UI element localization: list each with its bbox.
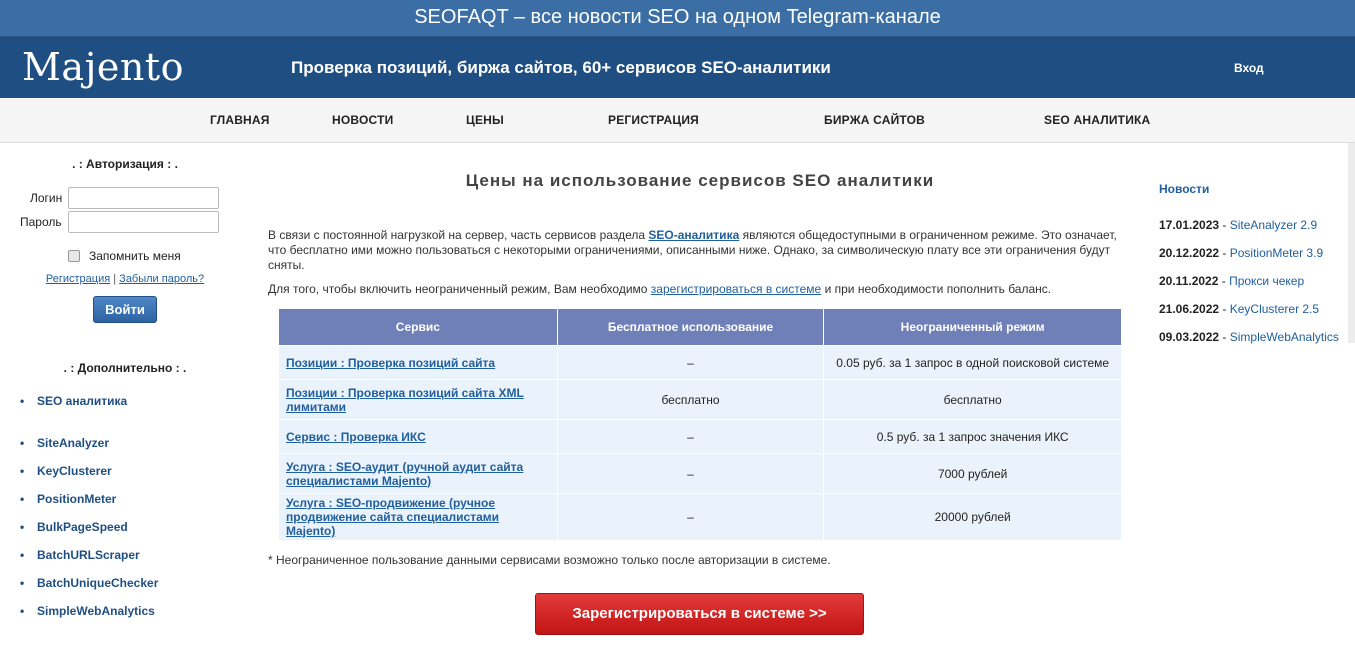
site-logo[interactable]: Majento	[22, 45, 184, 89]
free-cell: бесплатно	[556, 379, 825, 420]
unlimited-cell: 20000 рублей	[823, 493, 1122, 541]
auth-title: . : Авторизация : .	[72, 157, 178, 171]
auth-links-separator: |	[113, 273, 117, 285]
column-header-free: Бесплатное использование	[556, 308, 825, 346]
register-link[interactable]: Регистрация	[46, 273, 110, 285]
free-cell: –	[556, 345, 825, 380]
main-nav: ГЛАВНАЯ НОВОСТИ ЦЕНЫ РЕГИСТРАЦИЯ БИРЖА С…	[0, 98, 1355, 143]
service-cell: Позиции : Проверка позиций сайта XML лим…	[278, 379, 558, 420]
header-login-link[interactable]: Вход	[1234, 61, 1264, 75]
page-title: Цены на использование сервисов SEO анали…	[465, 171, 935, 190]
password-input[interactable]	[68, 211, 219, 233]
news-item: 17.01.2023 - SiteAnalyzer 2.9	[1159, 218, 1318, 232]
nav-seo-analytics[interactable]: SEO АНАЛИТИКА	[1044, 113, 1150, 127]
nav-prices[interactable]: ЦЕНЫ	[466, 113, 504, 127]
page-scrollbar[interactable]	[1348, 143, 1355, 343]
service-cell: Услуга : SEO-продвижение (ручное продвиж…	[278, 493, 558, 541]
table-row: Услуга : SEO-продвижение (ручное продвиж…	[278, 493, 1122, 541]
forgot-password-link[interactable]: Забыли пароль?	[119, 273, 204, 285]
service-link[interactable]: Услуга : SEO-аудит (ручной аудит сайта с…	[286, 460, 523, 488]
news-link[interactable]: SimpleWebAnalytics	[1230, 330, 1339, 344]
telegram-banner[interactable]: SEOFAQT – все новости SEO на одном Teleg…	[0, 0, 1355, 37]
main-content: Цены на использование сервисов SEO анали…	[250, 143, 1150, 655]
pricing-table: Сервис Бесплатное использование Неограни…	[278, 308, 1122, 541]
column-header-unlimited: Неограниченный режим	[823, 308, 1122, 346]
register-inline-link[interactable]: зарегистрироваться в системе	[651, 282, 821, 296]
unlimited-cell: 0.5 руб. за 1 запрос значения ИКС	[823, 419, 1122, 454]
login-button[interactable]: Войти	[93, 296, 157, 323]
login-label: Логин	[30, 191, 63, 205]
remember-label: Запомнить меня	[89, 249, 181, 263]
auth-links: Регистрация | Забыли пароль?	[0, 273, 250, 285]
table-header-row: Сервис Бесплатное использование Неограни…	[278, 308, 1122, 346]
service-link[interactable]: Позиции : Проверка позиций сайта XML лим…	[286, 386, 524, 414]
login-input[interactable]	[68, 187, 219, 209]
bullet-icon: •	[20, 604, 25, 618]
news-item: 20.12.2022 - PositionMeter 3.9	[1159, 246, 1324, 260]
bullet-icon: •	[20, 548, 25, 562]
news-link[interactable]: Прокси чекер	[1229, 274, 1304, 288]
table-row: Сервис : Проверка ИКС – 0.5 руб. за 1 за…	[278, 419, 1122, 454]
news-item: 21.06.2022 - KeyClusterer 2.5	[1159, 302, 1320, 316]
news-title[interactable]: Новости	[1159, 182, 1209, 196]
service-cell: Позиции : Проверка позиций сайта	[278, 345, 558, 380]
unlimited-cell: 7000 рублей	[823, 453, 1122, 494]
remember-checkbox[interactable]	[68, 250, 80, 262]
register-button[interactable]: Зарегистрироваться в системе >>	[535, 593, 864, 635]
service-link[interactable]: Позиции : Проверка позиций сайта	[286, 356, 495, 370]
intro-paragraph: В связи с постоянной нагрузкой на сервер…	[268, 228, 1117, 272]
bullet-icon: •	[20, 520, 25, 534]
news-link[interactable]: SiteAnalyzer 2.9	[1230, 218, 1317, 232]
column-header-service: Сервис	[278, 308, 558, 346]
service-cell: Услуга : SEO-аудит (ручной аудит сайта с…	[278, 453, 558, 494]
nav-site-exchange[interactable]: БИРЖА САЙТОВ	[824, 113, 925, 127]
password-label: Пароль	[20, 215, 62, 229]
extra-title: . : Дополнительно : .	[63, 361, 187, 375]
site-header: Majento Проверка позиций, биржа сайтов, …	[0, 37, 1355, 98]
service-link[interactable]: Услуга : SEO-продвижение (ручное продвиж…	[286, 496, 499, 538]
nav-registration[interactable]: РЕГИСТРАЦИЯ	[608, 113, 699, 127]
table-row: Позиции : Проверка позиций сайта – 0.05 …	[278, 345, 1122, 380]
service-link[interactable]: Сервис : Проверка ИКС	[286, 430, 426, 444]
table-row: Позиции : Проверка позиций сайта XML лим…	[278, 379, 1122, 420]
bullet-icon: •	[20, 576, 25, 590]
news-link[interactable]: PositionMeter 3.9	[1230, 246, 1323, 260]
site-tagline: Проверка позиций, биржа сайтов, 60+ серв…	[291, 58, 831, 77]
nav-home[interactable]: ГЛАВНАЯ	[210, 113, 270, 127]
news-sidebar: Новости 17.01.2023 - SiteAnalyzer 2.9 20…	[1150, 143, 1355, 655]
bullet-icon: •	[20, 464, 25, 478]
bullet-icon: •	[20, 394, 25, 408]
seo-analytics-link[interactable]: SEO-аналитика	[648, 228, 739, 242]
unlimited-cell: 0.05 руб. за 1 запрос в одной поисковой …	[823, 345, 1122, 380]
service-cell: Сервис : Проверка ИКС	[278, 419, 558, 454]
news-item: 20.11.2022 - Прокси чекер	[1159, 274, 1305, 288]
table-row: Услуга : SEO-аудит (ручной аудит сайта с…	[278, 453, 1122, 494]
footnote: * Неограниченное пользование данными сер…	[268, 553, 831, 567]
bullet-icon: •	[20, 436, 25, 450]
bullet-icon: •	[20, 492, 25, 506]
news-item: 09.03.2022 - SimpleWebAnalytics	[1159, 330, 1339, 344]
free-cell: –	[556, 493, 825, 541]
free-cell: –	[556, 419, 825, 454]
news-link[interactable]: KeyClusterer 2.5	[1230, 302, 1319, 316]
unlimited-cell: бесплатно	[823, 379, 1122, 420]
register-paragraph: Для того, чтобы включить неограниченный …	[268, 282, 1052, 296]
free-cell: –	[556, 453, 825, 494]
nav-news[interactable]: НОВОСТИ	[332, 113, 393, 127]
left-sidebar: . : Авторизация : . Логин Пароль Запомни…	[0, 143, 250, 655]
